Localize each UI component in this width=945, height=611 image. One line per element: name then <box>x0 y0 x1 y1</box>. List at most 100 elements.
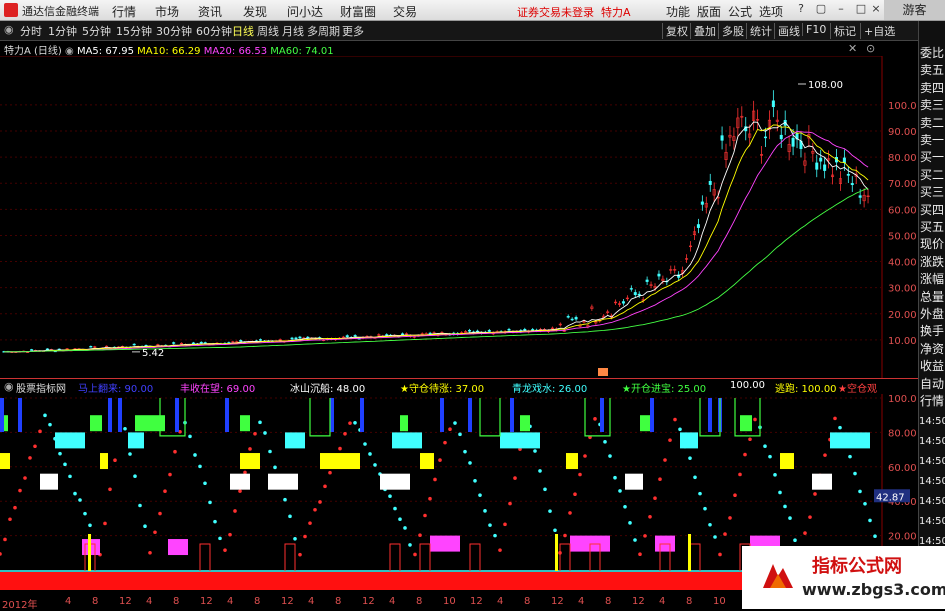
kline-chart[interactable]: 100.0 90.00 80.00 70.00 60.00 50.00 40.00 30.00… <box>0 56 918 378</box>
menu-gongneng[interactable]: 功能 <box>666 3 690 20</box>
button-biaoji[interactable]: 标记 <box>830 23 859 39</box>
period-15min[interactable]: 15分钟 <box>116 23 152 39</box>
indicator-dot <box>263 431 267 435</box>
indicator-dot <box>218 536 222 541</box>
period-more[interactable]: 更多 <box>342 23 364 39</box>
signal-hook <box>479 398 501 437</box>
restore-icon[interactable]: ▢ <box>815 3 827 15</box>
indicator-dot <box>473 478 477 483</box>
right-strip-label[interactable]: 涨幅 <box>920 272 945 286</box>
period-60min[interactable]: 60分钟 <box>196 23 232 39</box>
x-tick-label: 12 <box>470 596 483 607</box>
menu-shichang[interactable]: 市场 <box>155 3 179 20</box>
button-diejia[interactable]: 叠加 <box>690 23 719 39</box>
signal-block <box>430 535 460 552</box>
signal-block <box>380 473 410 490</box>
period-5min[interactable]: 5分钟 <box>82 23 111 39</box>
menu-caifuquan[interactable]: 财富圈 <box>340 3 376 20</box>
chart-config-icon[interactable]: ⊙ <box>866 42 875 55</box>
indicator-dot <box>433 477 437 482</box>
right-strip-label[interactable]: 外盘 <box>920 307 945 321</box>
right-strip-label[interactable]: 买一 <box>920 150 945 164</box>
right-strip-label[interactable]: 买三 <box>920 185 945 199</box>
right-strip-label[interactable]: 换手 <box>920 324 945 338</box>
period-1min[interactable]: 1分钟 <box>48 23 77 39</box>
y-tick-label: 90.00 <box>888 127 917 138</box>
right-strip-label[interactable]: 现价 <box>920 237 945 251</box>
right-strip-label[interactable]: 卖三 <box>920 98 945 112</box>
menu-xuanxiang[interactable]: 选项 <box>759 3 783 20</box>
indicator-dot <box>108 487 112 492</box>
signal-spike <box>600 398 604 432</box>
red-hook <box>389 543 401 571</box>
right-strip-label[interactable]: 行情 <box>920 394 945 408</box>
indicator-settings-icon[interactable]: ◉ <box>4 380 14 393</box>
maximize-icon[interactable]: □ <box>855 3 867 15</box>
menu-jiaoyi[interactable]: 交易 <box>393 3 417 20</box>
x-tick-label: 10 <box>443 596 456 607</box>
indicator-dot <box>483 509 487 513</box>
right-strip-label[interactable]: 卖一 <box>920 133 945 147</box>
button-huaxian[interactable]: 画线 <box>774 23 803 39</box>
indicator-dot <box>643 534 647 538</box>
candle-body <box>353 335 357 337</box>
menu-faxian[interactable]: 发现 <box>243 3 267 20</box>
indicator-dot <box>28 456 32 460</box>
indicator-dot <box>113 458 117 463</box>
period-daily[interactable]: 日线 <box>232 23 254 39</box>
indicator-dot <box>43 413 47 418</box>
indicator-dot <box>568 511 572 515</box>
candle-body <box>385 334 389 336</box>
right-strip-label[interactable]: 委比 <box>920 46 945 60</box>
period-30min[interactable]: 30分钟 <box>156 23 192 39</box>
indicator-dot <box>693 475 697 480</box>
indicator-name: 股票指标网 <box>16 384 66 395</box>
right-strip-label[interactable]: 净资 <box>920 342 945 356</box>
close-icon[interactable]: × <box>870 3 882 15</box>
menu-banmian[interactable]: 版面 <box>697 3 721 20</box>
button-zixuan[interactable]: +自选 <box>860 23 898 39</box>
indicator-dot <box>468 461 472 465</box>
right-strip-label[interactable]: 总量 <box>920 290 945 304</box>
right-strip-label[interactable]: 买四 <box>920 203 945 217</box>
chart-close-icon[interactable]: ✕ <box>848 42 857 55</box>
right-strip-label[interactable]: 收益 <box>920 359 945 373</box>
candle-body <box>708 180 712 185</box>
indicator-dot <box>238 489 242 493</box>
right-strip-label[interactable]: 卖四 <box>920 81 945 95</box>
period-weekly[interactable]: 周线 <box>257 23 279 39</box>
right-strip-label[interactable]: 卖二 <box>920 116 945 130</box>
indicator-dot <box>613 475 617 480</box>
signal-block <box>168 539 188 556</box>
button-fuquan[interactable]: 复权 <box>662 23 691 39</box>
button-tongji[interactable]: 统计 <box>746 23 775 39</box>
right-strip-label[interactable]: 涨跌 <box>920 255 945 269</box>
minimize-icon[interactable]: – <box>835 3 847 15</box>
menu-hangqing[interactable]: 行情 <box>112 3 136 20</box>
indicator-dot <box>413 552 417 557</box>
button-f10[interactable]: F10 <box>802 23 829 36</box>
period-fenshi[interactable]: 分时 <box>20 23 42 39</box>
indicator-dot <box>703 506 707 511</box>
period-monthly[interactable]: 月线 <box>282 23 304 39</box>
menu-wenxiaoda[interactable]: 问小达 <box>287 3 323 20</box>
indicator-dot <box>713 535 717 539</box>
candle-body <box>645 279 649 282</box>
login-warning[interactable]: 证券交易未登录 特力A <box>517 4 631 20</box>
help-icon[interactable]: ? <box>795 3 807 15</box>
right-strip-label[interactable]: 买二 <box>920 168 945 182</box>
candle-body <box>172 342 176 344</box>
guest-button[interactable]: 游客 <box>884 0 945 20</box>
x-tick-label: 4 <box>659 596 666 607</box>
right-strip-label[interactable]: 卖五 <box>920 63 945 77</box>
right-strip-label[interactable]: 买五 <box>920 220 945 234</box>
button-duogu[interactable]: 多股 <box>718 23 747 39</box>
indicator-dot <box>373 463 377 467</box>
right-strip-label[interactable]: 自动 <box>920 377 945 391</box>
menu-zixun[interactable]: 资讯 <box>198 3 222 20</box>
toolbar-menu-icon[interactable]: ◉ <box>4 23 14 36</box>
candle-body <box>132 343 136 346</box>
menu-gongshi[interactable]: 公式 <box>728 3 752 20</box>
yellow-spike <box>555 534 558 571</box>
period-multi[interactable]: 多周期 <box>307 23 340 39</box>
